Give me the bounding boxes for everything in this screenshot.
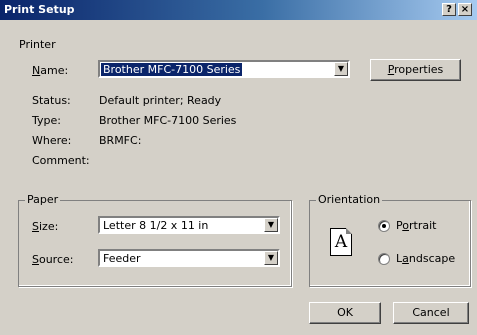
help-icon[interactable]: ? <box>442 3 456 16</box>
paper-source-value: Feeder <box>103 252 141 265</box>
radio-selected-dot <box>382 224 386 228</box>
where-value: BRMFC: <box>99 134 142 147</box>
title-bar[interactable]: Print Setup ? × <box>0 0 477 20</box>
dialog-title: Print Setup <box>4 3 75 16</box>
dropdown-arrow-icon[interactable]: ▼ <box>264 218 278 232</box>
dropdown-arrow-icon[interactable]: ▼ <box>334 62 348 76</box>
status-label: Status: <box>32 94 71 107</box>
orientation-group-title: Orientation <box>316 193 383 206</box>
properties-button[interactable]: Properties <box>370 59 461 81</box>
size-label: Size: <box>32 220 59 233</box>
paper-group: Paper <box>18 193 292 287</box>
close-icon[interactable]: × <box>458 3 472 16</box>
printer-name-select[interactable]: Brother MFC-7100 Series ▼ <box>98 60 350 78</box>
source-label: Source: <box>32 253 74 266</box>
cancel-button[interactable]: Cancel <box>393 302 469 324</box>
landscape-radio[interactable] <box>378 253 390 265</box>
dropdown-arrow-icon[interactable]: ▼ <box>264 251 278 265</box>
paper-group-title: Paper <box>25 193 61 206</box>
paper-size-select[interactable]: Letter 8 1/2 x 11 in ▼ <box>98 216 280 234</box>
printer-group-title: Printer <box>19 38 56 51</box>
paper-source-select[interactable]: Feeder ▼ <box>98 249 280 267</box>
name-label: Name: <box>32 64 69 77</box>
portrait-label[interactable]: Portrait <box>396 219 436 232</box>
printer-name-value: Brother MFC-7100 Series <box>101 63 243 76</box>
portrait-radio[interactable] <box>378 220 390 232</box>
paper-size-value: Letter 8 1/2 x 11 in <box>103 219 209 232</box>
where-label: Where: <box>32 134 72 147</box>
comment-label: Comment: <box>32 154 90 167</box>
type-label: Type: <box>32 114 61 127</box>
status-value: Default printer; Ready <box>99 94 222 107</box>
page-fold-icon <box>346 228 352 234</box>
print-setup-dialog: Print Setup ? × Printer Name: Brother MF… <box>0 0 477 335</box>
type-value: Brother MFC-7100 Series <box>99 114 237 127</box>
landscape-label[interactable]: Landscape <box>396 252 455 265</box>
ok-button[interactable]: OK <box>309 302 381 324</box>
